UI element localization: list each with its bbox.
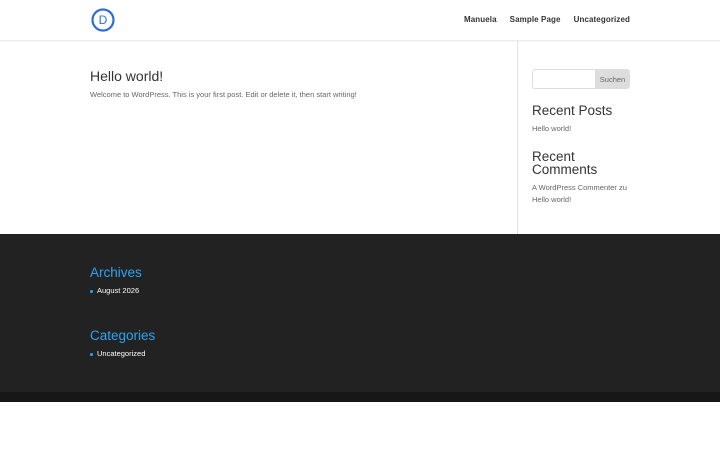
archive-link[interactable]: August 2026 bbox=[97, 285, 139, 297]
bullet-icon bbox=[90, 352, 93, 356]
archives-widget: Archives August 2026 bbox=[90, 265, 390, 297]
nav-item-uncategorized[interactable]: Uncategorized bbox=[574, 15, 630, 24]
archives-title: Archives bbox=[90, 265, 142, 280]
post-excerpt: Welcome to WordPress. This is your first… bbox=[90, 90, 357, 99]
comment-post-link[interactable]: Hello world! bbox=[532, 195, 571, 204]
nav-item-sample-page[interactable]: Sample Page bbox=[510, 15, 561, 24]
list-item: A WordPress Commenter zu Hello world! bbox=[532, 182, 630, 207]
logo-letter: D bbox=[99, 13, 108, 27]
comment-connector: zu bbox=[618, 182, 627, 192]
main-navigation: Manuela Sample Page Uncategorized bbox=[464, 15, 630, 24]
footer-bottom-bar bbox=[0, 392, 720, 402]
post-title[interactable]: Hello world! bbox=[90, 67, 490, 85]
main-content: Hello world! Welcome to WordPress. This … bbox=[90, 67, 490, 101]
recent-post-link[interactable]: Hello world! bbox=[532, 124, 571, 133]
bullet-icon bbox=[90, 289, 93, 293]
list-item: Hello world! bbox=[532, 123, 630, 136]
categories-list: Uncategorized bbox=[90, 348, 390, 360]
site-header: D Manuela Sample Page Uncategorized bbox=[0, 0, 720, 41]
nav-item-manuela[interactable]: Manuela bbox=[464, 15, 497, 24]
search-button[interactable]: Suchen bbox=[595, 69, 630, 89]
site-footer: Archives August 2026 Categories Uncatego… bbox=[0, 234, 720, 392]
recent-posts-title: Recent Posts bbox=[532, 103, 613, 118]
archives-list: August 2026 bbox=[90, 285, 390, 297]
recent-comments-title: Recent Comments bbox=[532, 148, 598, 177]
sidebar-divider bbox=[517, 41, 518, 234]
search-input[interactable] bbox=[532, 69, 595, 89]
list-item: August 2026 bbox=[90, 285, 390, 297]
categories-title: Categories bbox=[90, 328, 156, 343]
site-logo-icon[interactable]: D bbox=[91, 8, 115, 32]
comment-author-link[interactable]: A WordPress Commenter bbox=[532, 183, 617, 192]
sidebar: Suchen Recent Posts Hello world! Recent … bbox=[532, 69, 630, 207]
category-link[interactable]: Uncategorized bbox=[97, 348, 145, 360]
categories-widget: Categories Uncategorized bbox=[90, 328, 390, 360]
recent-comments-list: A WordPress Commenter zu Hello world! bbox=[532, 182, 630, 207]
search-form: Suchen bbox=[532, 69, 630, 89]
recent-posts-list: Hello world! bbox=[532, 123, 630, 136]
list-item: Uncategorized bbox=[90, 348, 390, 360]
